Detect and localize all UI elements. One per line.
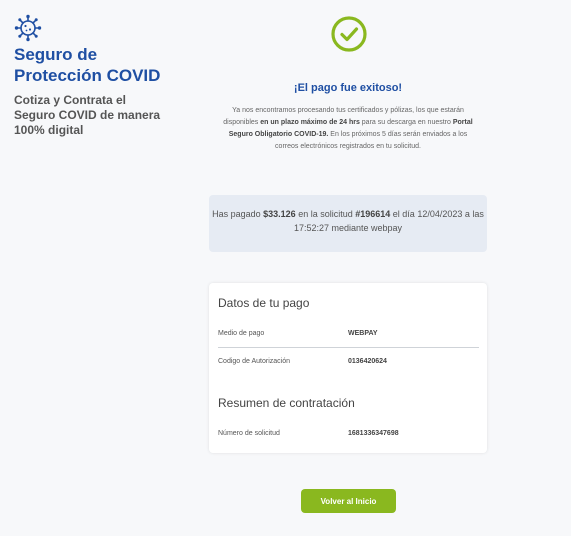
check-circle-icon: [331, 16, 367, 52]
payment-method-value: WEBPAY: [348, 330, 378, 337]
request-id: #196614: [355, 209, 391, 219]
message-deadline: en un plazo máximo de 24 hrs: [260, 119, 360, 126]
authorization-code-label: Codigo de Autorización: [218, 358, 290, 365]
paid-amount: $33.126: [263, 209, 296, 219]
contract-summary-title: Resumen de contratación: [218, 396, 355, 410]
payment-success-page: Seguro de Protección COVID Cotiza y Cont…: [0, 0, 571, 536]
authorization-code-value: 0136420624: [348, 358, 387, 365]
success-headline: ¡El pago fue exitoso!: [293, 82, 403, 94]
message-text: para su descarga en nuestro: [359, 119, 453, 126]
request-number-value: 1681336347698: [348, 430, 399, 437]
brand-subtitle: Cotiza y Contrata el Seguro COVID de man…: [14, 93, 161, 137]
request-number-label: Número de solicitud: [218, 430, 280, 437]
brand-panel: Seguro de Protección COVID Cotiza y Cont…: [14, 14, 204, 138]
success-message: Ya nos encontramos procesando tus certif…: [217, 105, 479, 153]
payment-method-label: Medio de pago: [218, 330, 265, 337]
virus-icon: [14, 14, 42, 42]
summary-text: Has pagado: [212, 209, 264, 219]
divider: [218, 347, 479, 348]
back-to-home-button[interactable]: Volver al Inicio: [301, 489, 396, 513]
payment-data-title: Datos de tu pago: [218, 296, 310, 310]
summary-text: en la solicitud: [295, 209, 356, 219]
payment-summary-box: Has pagado $33.126 en la solicitud #1966…: [209, 195, 487, 252]
brand-title: Seguro de Protección COVID: [14, 45, 161, 85]
details-card: Datos de tu pago Medio de pago WEBPAY Co…: [209, 283, 487, 453]
